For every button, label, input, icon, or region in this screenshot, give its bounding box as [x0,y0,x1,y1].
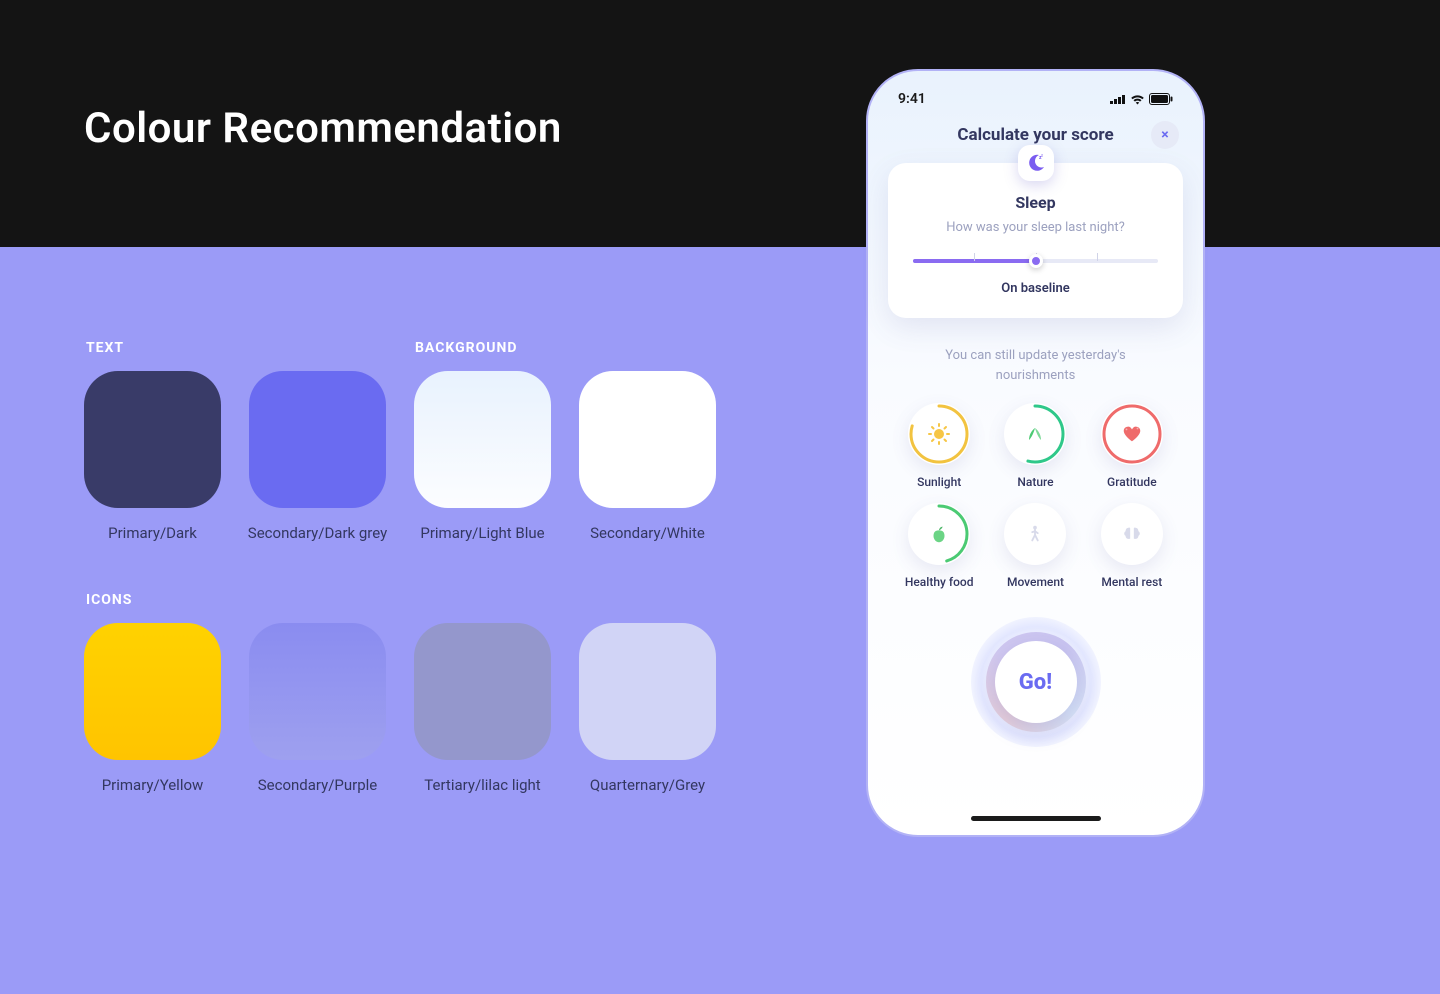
chip-label: Movement [1007,575,1064,589]
sleep-icon: zz [1018,145,1054,181]
top-band: Colour Recommendation [0,0,1440,247]
go-glow: Go! [971,617,1101,747]
swatch-label: Primary/Yellow [102,776,204,794]
slider-tick [974,253,975,261]
swatch-color [414,623,551,760]
battery-icon [1149,93,1173,105]
swatch-color [579,371,716,508]
status-time: 9:41 [898,91,926,107]
close-icon: × [1161,127,1168,143]
chip-label: Sunlight [917,475,961,489]
section-label-text: TEXT [86,340,124,356]
swatch-color [84,623,221,760]
swatch-label: Secondary/White [590,524,705,542]
walk-icon [1024,523,1046,545]
swatch-color [84,371,221,508]
svg-text:z: z [1041,153,1043,158]
signal-icon [1110,94,1126,104]
slider-tick [1097,253,1098,261]
app-title: Calculate your score [884,125,1187,145]
swatch-label: Primary/Light Blue [420,524,544,542]
chip-gratitude[interactable]: Gratitude [1089,403,1175,489]
swatch-row-2: Primary/Yellow Secondary/Purple Tertiary… [84,623,716,794]
section-label-icons: ICONS [86,592,132,608]
swatch-primary-light-blue: Primary/Light Blue [414,371,551,542]
chip-nature[interactable]: Nature [992,403,1078,489]
swatch-secondary-dark-grey: Secondary/Dark grey [249,371,386,542]
app-header: Calculate your score × [884,125,1187,145]
swatch-label: Primary/Dark [108,524,197,542]
swatch-color [579,623,716,760]
card-subtitle: How was your sleep last night? [908,220,1163,235]
section-label-background: BACKGROUND [415,340,517,356]
swatch-secondary-purple: Secondary/Purple [249,623,386,794]
go-wrap: Go! [884,617,1187,747]
status-icons [1110,93,1173,105]
phone-mockup: 9:41 Calculate your score × zz Sleep How… [866,69,1205,837]
swatch-label: Tertiary/lilac light [424,776,540,794]
go-label: Go! [1019,670,1052,695]
swatch-color [249,371,386,508]
swatch-color [249,623,386,760]
go-button[interactable]: Go! [995,641,1077,723]
chip-movement[interactable]: Movement [992,503,1078,589]
nourishment-chips: Sunlight Nature Gratitude Healthy food [884,403,1187,589]
swatch-secondary-white: Secondary/White [579,371,716,542]
brain-icon [1121,523,1143,545]
close-button[interactable]: × [1151,121,1179,149]
swatch-primary-yellow: Primary/Yellow [84,623,221,794]
slider-label: On baseline [908,281,1163,296]
chip-label: Mental rest [1101,575,1162,589]
sleep-slider[interactable] [913,255,1158,267]
swatch-label: Secondary/Dark grey [248,524,387,542]
lower-section [0,247,1440,994]
swatch-quarternary-grey: Quarternary/Grey [579,623,716,794]
swatch-color [414,371,551,508]
chip-label: Healthy food [905,575,974,589]
swatch-primary-dark: Primary/Dark [84,371,221,542]
swatch-label: Secondary/Purple [258,776,378,794]
home-indicator [971,816,1101,821]
update-hint: You can still update yesterday's nourish… [904,346,1167,385]
swatch-row-1: Primary/Dark Secondary/Dark grey Primary… [84,371,716,542]
chip-label: Gratitude [1107,475,1157,489]
page-title: Colour Recommendation [84,104,562,153]
swatch-tertiary-lilac: Tertiary/lilac light [414,623,551,794]
chip-sunlight[interactable]: Sunlight [896,403,982,489]
status-bar: 9:41 [884,91,1187,119]
chip-mental-rest[interactable]: Mental rest [1089,503,1175,589]
chip-healthy-food[interactable]: Healthy food [896,503,982,589]
wifi-icon [1130,94,1145,105]
chip-label: Nature [1017,475,1053,489]
card-title: Sleep [908,193,1163,212]
swatch-label: Quarternary/Grey [590,776,705,794]
sleep-card: zz Sleep How was your sleep last night? … [888,163,1183,318]
slider-thumb[interactable] [1029,254,1043,268]
